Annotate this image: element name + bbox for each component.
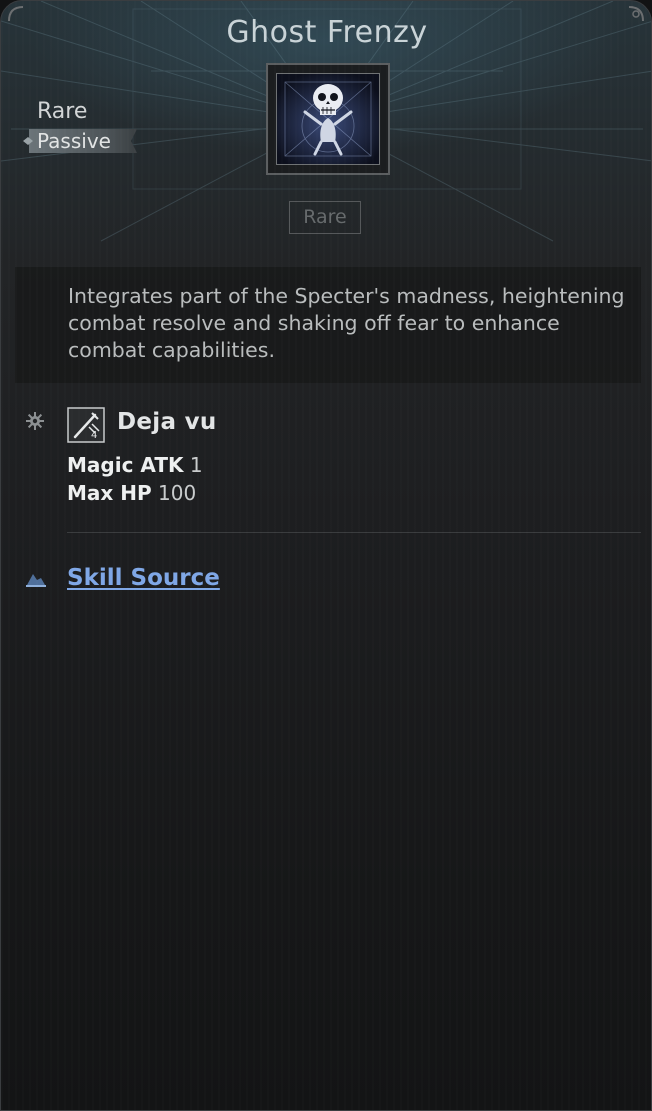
rarity-badge: Rare [289, 201, 361, 234]
skill-source-link[interactable]: Skill Source [67, 565, 220, 591]
scroll-icon [26, 574, 46, 587]
skill-description: Integrates part of the Specter's madness… [68, 284, 625, 362]
stat-row: Max HP 100 [67, 479, 196, 507]
svg-text:4: 4 [91, 430, 97, 441]
skill-icon-inner [276, 73, 380, 165]
rarity-label: Rare [37, 99, 88, 124]
skill-type-label: Passive [37, 129, 111, 153]
gear-icon [26, 412, 44, 430]
skill-tooltip-panel: Ghost Frenzy Rare Passive Rare Integrate… [0, 0, 652, 1111]
effect-name: Deja vu [117, 409, 217, 435]
stat-row: Magic ATK 1 [67, 451, 203, 479]
stat-label: Max HP [67, 481, 152, 505]
dagger-icon: 4 [67, 407, 105, 443]
skill-title: Ghost Frenzy [226, 15, 428, 50]
skill-type-tag: Passive [23, 128, 141, 154]
skill-icon-frame [266, 63, 390, 175]
skull-specter-icon [277, 74, 379, 164]
stat-value: 100 [158, 481, 197, 505]
stat-value: 1 [189, 453, 203, 477]
section-divider [67, 532, 641, 533]
description-box: Integrates part of the Specter's madness… [15, 267, 641, 383]
stat-label: Magic ATK [67, 453, 184, 477]
